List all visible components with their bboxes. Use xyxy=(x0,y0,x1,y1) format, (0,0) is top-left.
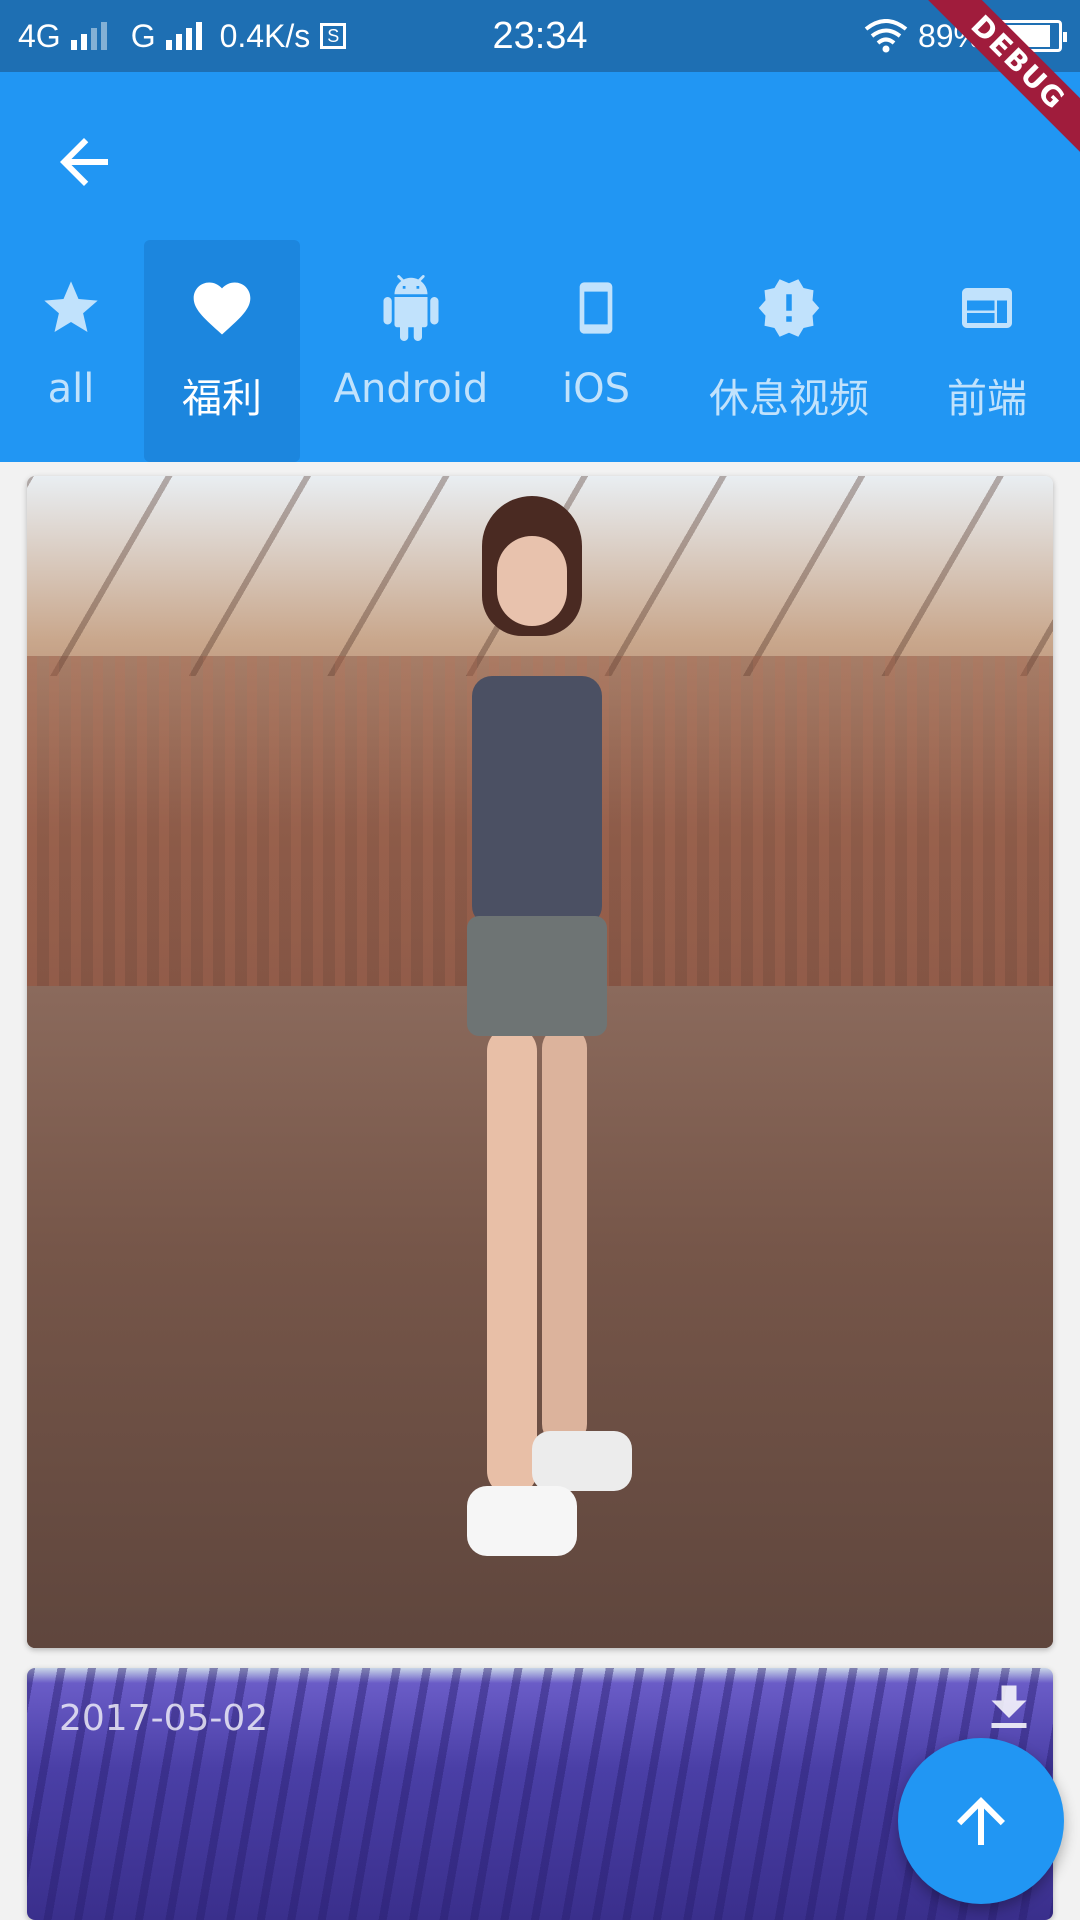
tab-welfare[interactable]: 福利 xyxy=(144,240,300,462)
download-button[interactable] xyxy=(979,1676,1039,1740)
tab-label: 前端 xyxy=(947,376,1027,422)
tab-frontend[interactable]: 前端 xyxy=(930,240,1044,462)
tab-label: 福利 xyxy=(182,376,262,422)
photo-image xyxy=(27,476,1053,1648)
arrow-upward-icon xyxy=(957,1797,1005,1845)
tab-label: iOS xyxy=(562,366,630,412)
arrow-back-icon xyxy=(60,138,108,186)
scroll-to-top-button[interactable] xyxy=(898,1738,1064,1904)
signal-icon-2 xyxy=(165,22,202,50)
back-button[interactable] xyxy=(48,126,120,198)
signal-icon xyxy=(70,22,107,50)
tab-ios[interactable]: iOS xyxy=(540,240,652,462)
photo-card[interactable]: 2017-05-02 xyxy=(27,1668,1053,1920)
photo-feed: 2017-05-02 xyxy=(0,462,1080,1920)
status-bar: 4G G 0.4K/s S 23:34 89% xyxy=(0,0,1080,72)
app-bar: all 福利 Android iOS 休息视频 前端 xyxy=(0,72,1080,462)
web-icon xyxy=(962,288,1012,328)
sim-icon: S xyxy=(320,23,347,49)
android-icon xyxy=(383,275,439,341)
status-left: 4G G 0.4K/s S xyxy=(18,17,347,55)
phone-icon xyxy=(579,282,613,334)
tab-android[interactable]: Android xyxy=(326,240,496,462)
network-label-4g: 4G xyxy=(18,17,61,54)
photo-date: 2017-05-02 xyxy=(59,1698,269,1739)
tab-all[interactable]: all xyxy=(10,240,132,462)
star-icon xyxy=(44,281,98,332)
tab-rest-video[interactable]: 休息视频 xyxy=(698,240,880,462)
network-speed: 0.4K/s xyxy=(219,17,311,54)
photo-subject xyxy=(437,496,632,1616)
heart-icon xyxy=(193,282,251,335)
network-label-g: G xyxy=(130,17,156,54)
download-icon xyxy=(991,1685,1027,1728)
photo-card[interactable] xyxy=(27,476,1053,1648)
tab-label: all xyxy=(47,366,95,412)
alert-badge-icon xyxy=(758,279,820,337)
tab-label: 休息视频 xyxy=(709,376,869,422)
wifi-icon xyxy=(864,19,908,53)
category-tabs: all 福利 Android iOS 休息视频 前端 xyxy=(0,240,1080,462)
tab-label: Android xyxy=(333,366,489,412)
